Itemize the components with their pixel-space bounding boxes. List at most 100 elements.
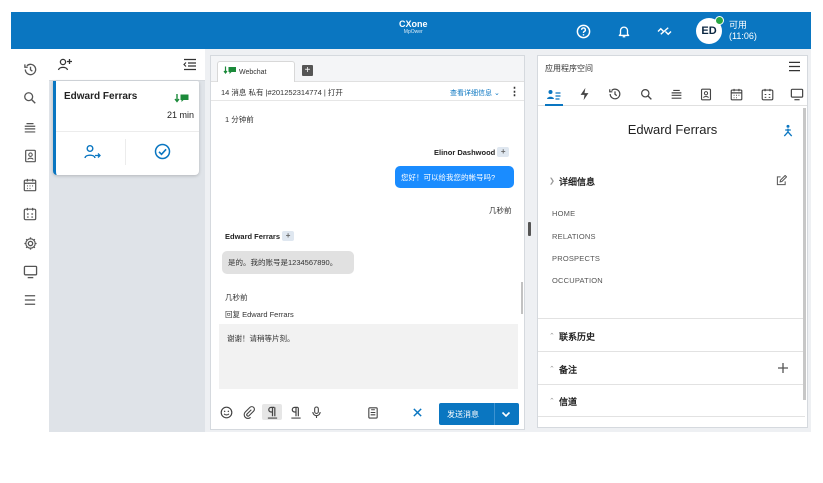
address-book-icon[interactable] (21, 147, 39, 165)
section-notes-label: 备注 (559, 365, 578, 375)
customer-message-text: 是的。我的账号是1234567890。 (228, 258, 338, 267)
tab-queue-icon[interactable] (667, 85, 685, 103)
complete-check-icon[interactable] (154, 143, 171, 160)
person-action-icon[interactable] (782, 124, 794, 137)
app-space-title: 应用程序空间 (545, 64, 593, 73)
agent-app: CXone MpOwer ED 可用 (11:06) Edward Ferrar… (11, 12, 811, 432)
disconnect-icon[interactable] (654, 21, 674, 41)
add-participant-icon[interactable]: + (497, 147, 510, 157)
agent-message-bubble: 您好！可以给我您的帐号吗? (395, 166, 514, 188)
brand-tagline: MpOwer (403, 29, 423, 35)
gear-icon[interactable] (21, 234, 39, 252)
transfer-icon[interactable] (84, 144, 101, 160)
tab-monitor-icon[interactable] (788, 85, 806, 103)
brand-name: CXone (399, 19, 428, 29)
section-channels-label: 信道 (559, 397, 578, 407)
microphone-icon[interactable] (309, 404, 323, 420)
add-note-icon[interactable] (777, 361, 789, 373)
chevron-up-icon: ⌃ (549, 398, 555, 405)
contact-card[interactable]: Edward Ferrars 21 min (53, 81, 199, 175)
calendar-icon[interactable] (21, 176, 39, 194)
chevron-down-icon: ⌄ (493, 90, 500, 97)
customer-sender: Edward Ferrars + (225, 231, 295, 241)
agent-message-text: 您好！可以给我您的帐号吗? (401, 173, 496, 182)
edit-icon[interactable] (776, 173, 788, 186)
rich-text-icon[interactable] (262, 404, 282, 420)
emoji-icon[interactable] (219, 404, 233, 420)
help-icon[interactable] (573, 21, 593, 41)
app-space-scrollbar[interactable] (803, 108, 806, 400)
detail-item-home[interactable]: HOME (552, 209, 575, 218)
detail-item-relations[interactable]: RELATIONS (552, 232, 596, 241)
add-tab-button[interactable]: + (302, 65, 313, 76)
paragraph-icon[interactable] (289, 404, 303, 420)
add-participant-icon[interactable]: + (282, 231, 295, 241)
attachment-icon[interactable] (242, 404, 256, 420)
bell-icon[interactable] (614, 21, 634, 41)
tab-calendar-icon[interactable] (727, 85, 745, 103)
section-divider (538, 384, 805, 385)
chat-info-bar: 14 消息 私有 |#201252314774 | 打开 查看详细信息 ⌄ ⋮ (211, 83, 524, 101)
top-bar: CXone MpOwer ED 可用 (11:06) (11, 12, 811, 49)
compose-text: 谢谢！请稍等片刻。 (227, 334, 295, 343)
brand-logo: CXone MpOwer (399, 19, 428, 36)
agent-sender: Elinor Dashwood + (434, 147, 510, 157)
send-message-button[interactable]: 发送消息 (439, 403, 519, 425)
card-divider (56, 131, 199, 132)
message-timestamp: 几秒前 (489, 206, 512, 215)
history-icon[interactable] (21, 60, 39, 78)
search-icon[interactable] (21, 89, 39, 107)
queue-icon[interactable] (21, 119, 39, 137)
avatar[interactable]: ED (696, 16, 724, 44)
menu-icon[interactable] (21, 291, 39, 309)
section-divider (538, 318, 805, 319)
chat-tabs: Webchat + (211, 56, 524, 82)
chat-incoming-icon (174, 92, 190, 104)
message-list: 1 分钟前 Elinor Dashwood + 您好！可以给我您的帐号吗? 几秒… (211, 102, 524, 338)
tab-webchat[interactable]: Webchat (217, 61, 295, 82)
section-details-label: 详细信息 (559, 177, 596, 187)
panel-splitter-handle[interactable] (528, 222, 531, 236)
contact-card-elapsed: 21 min (166, 110, 194, 120)
status-dot (715, 16, 724, 25)
tab-search-icon[interactable] (637, 85, 655, 103)
schedule-icon[interactable] (21, 205, 39, 223)
message-timestamp: 1 分钟前 (225, 115, 254, 124)
tab-history-icon[interactable] (606, 85, 624, 103)
left-nav (11, 49, 49, 432)
message-scrollbar[interactable] (521, 282, 523, 314)
app-space-panel: 应用程序空间 Edward Ferrars ❯ 详细信息 HOME RELATI… (537, 55, 808, 428)
add-contact-icon[interactable] (57, 57, 73, 73)
view-details-label: 查看详细信息 (450, 90, 492, 97)
view-details-link[interactable]: 查看详细信息 ⌄ (450, 88, 500, 98)
customer-message-bubble: 是的。我的账号是1234567890。 (222, 251, 354, 274)
detail-item-occupation[interactable]: OCCUPATION (552, 276, 603, 285)
chevron-down-icon: ❯ (549, 178, 555, 185)
reply-to-label: 回复 Edward Ferrars (225, 310, 294, 319)
tab-lightning-icon[interactable] (575, 85, 593, 103)
tab-customer-card[interactable] (545, 85, 563, 106)
close-icon[interactable] (410, 404, 424, 420)
monitor-icon[interactable] (21, 263, 39, 281)
agent-status[interactable]: 可用 (11:06) (729, 20, 757, 42)
send-button-divider (494, 403, 495, 425)
more-options-icon[interactable]: ⋮ (509, 85, 520, 98)
section-contact-history-label: 联系历史 (559, 332, 596, 342)
message-timestamp: 几秒前 (225, 293, 248, 302)
webchat-icon (223, 66, 237, 78)
status-time: (11:06) (729, 31, 757, 41)
chevron-down-icon[interactable] (500, 408, 512, 420)
agent-sender-name: Elinor Dashwood (434, 147, 496, 157)
customer-card-name: Edward Ferrars (627, 122, 718, 137)
clipboard-icon[interactable] (366, 404, 380, 420)
chevron-up-icon: ⌃ (549, 366, 555, 373)
tab-schedule-icon[interactable] (758, 85, 776, 103)
detail-item-prospects[interactable]: PROSPECTS (552, 254, 600, 263)
contacts-panel: Edward Ferrars 21 min (49, 49, 205, 432)
tab-address-book-icon[interactable] (697, 85, 715, 103)
chevron-up-icon: ⌃ (549, 333, 555, 340)
hamburger-menu-icon[interactable] (788, 61, 801, 73)
collapse-list-icon[interactable] (183, 58, 197, 71)
contact-card-name: Edward Ferrars (64, 91, 138, 102)
compose-input[interactable]: 谢谢！请稍等片刻。 (219, 324, 518, 389)
